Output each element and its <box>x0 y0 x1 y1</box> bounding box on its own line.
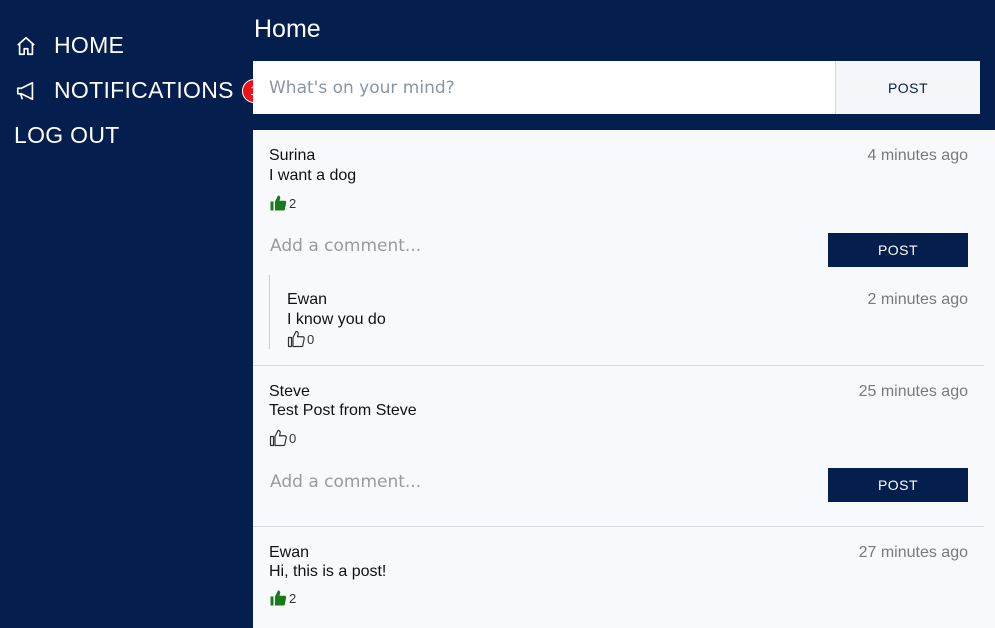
post-timestamp: 25 minutes ago <box>858 383 968 400</box>
sidebar-item-home[interactable]: HOME <box>14 32 124 59</box>
main-content: Home POST Surina 4 minutes ago I want a … <box>253 0 995 628</box>
like-count: 2 <box>289 195 297 211</box>
like-count: 0 <box>289 430 297 446</box>
post-author: Surina <box>269 147 316 164</box>
feed: Surina 4 minutes ago I want a dog 2 POST… <box>253 130 995 628</box>
comment-author: Ewan <box>287 291 328 308</box>
post: Ewan 27 minutes ago Hi, this is a post! … <box>253 527 984 628</box>
comment-post-button[interactable]: POST <box>828 233 968 267</box>
megaphone-icon <box>14 79 38 103</box>
sidebar-item-label: NOTIFICATIONS <box>54 77 234 103</box>
post-author: Steve <box>269 383 310 400</box>
thumbs-up-filled-icon <box>270 195 287 211</box>
sidebar: HOME NOTIFICATIONS 1 LOG OUT <box>0 0 266 628</box>
like-count: 2 <box>289 590 297 606</box>
compose-input[interactable] <box>253 61 835 114</box>
comment: Ewan 2 minutes ago I know you do 0 <box>269 275 968 349</box>
sidebar-item-logout[interactable]: LOG OUT <box>14 122 120 149</box>
post: Steve 25 minutes ago Test Post from Stev… <box>253 366 984 527</box>
like-button[interactable]: 2 <box>269 194 296 212</box>
comment-post-button[interactable]: POST <box>828 468 968 502</box>
post-text: Test Post from Steve <box>269 402 417 419</box>
post: Surina 4 minutes ago I want a dog 2 POST… <box>253 130 984 366</box>
comment-text: I know you do <box>287 311 386 328</box>
post-text: Hi, this is a post! <box>269 563 387 580</box>
thumbs-up-outline-icon <box>287 330 305 348</box>
comment-timestamp: 2 minutes ago <box>867 291 968 308</box>
comment-input[interactable] <box>270 472 790 492</box>
compose-post-button[interactable]: POST <box>835 61 980 114</box>
home-icon <box>14 34 38 58</box>
sidebar-item-label: LOG OUT <box>14 122 120 148</box>
compose-box: POST <box>253 61 980 114</box>
like-count: 0 <box>307 331 315 347</box>
thumbs-up-outline-icon <box>269 429 287 447</box>
thumbs-up-filled-icon <box>270 590 287 606</box>
page-title: Home <box>254 15 321 43</box>
post-text: I want a dog <box>269 167 357 184</box>
like-button[interactable]: 0 <box>287 330 314 348</box>
post-timestamp: 4 minutes ago <box>867 147 968 164</box>
post-timestamp: 27 minutes ago <box>858 544 968 561</box>
post-author: Ewan <box>269 544 310 561</box>
like-button[interactable]: 2 <box>269 589 296 607</box>
comment-input[interactable] <box>270 236 790 256</box>
sidebar-item-label: HOME <box>54 32 125 58</box>
sidebar-item-notifications[interactable]: NOTIFICATIONS 1 <box>14 77 266 104</box>
like-button[interactable]: 0 <box>269 429 296 447</box>
